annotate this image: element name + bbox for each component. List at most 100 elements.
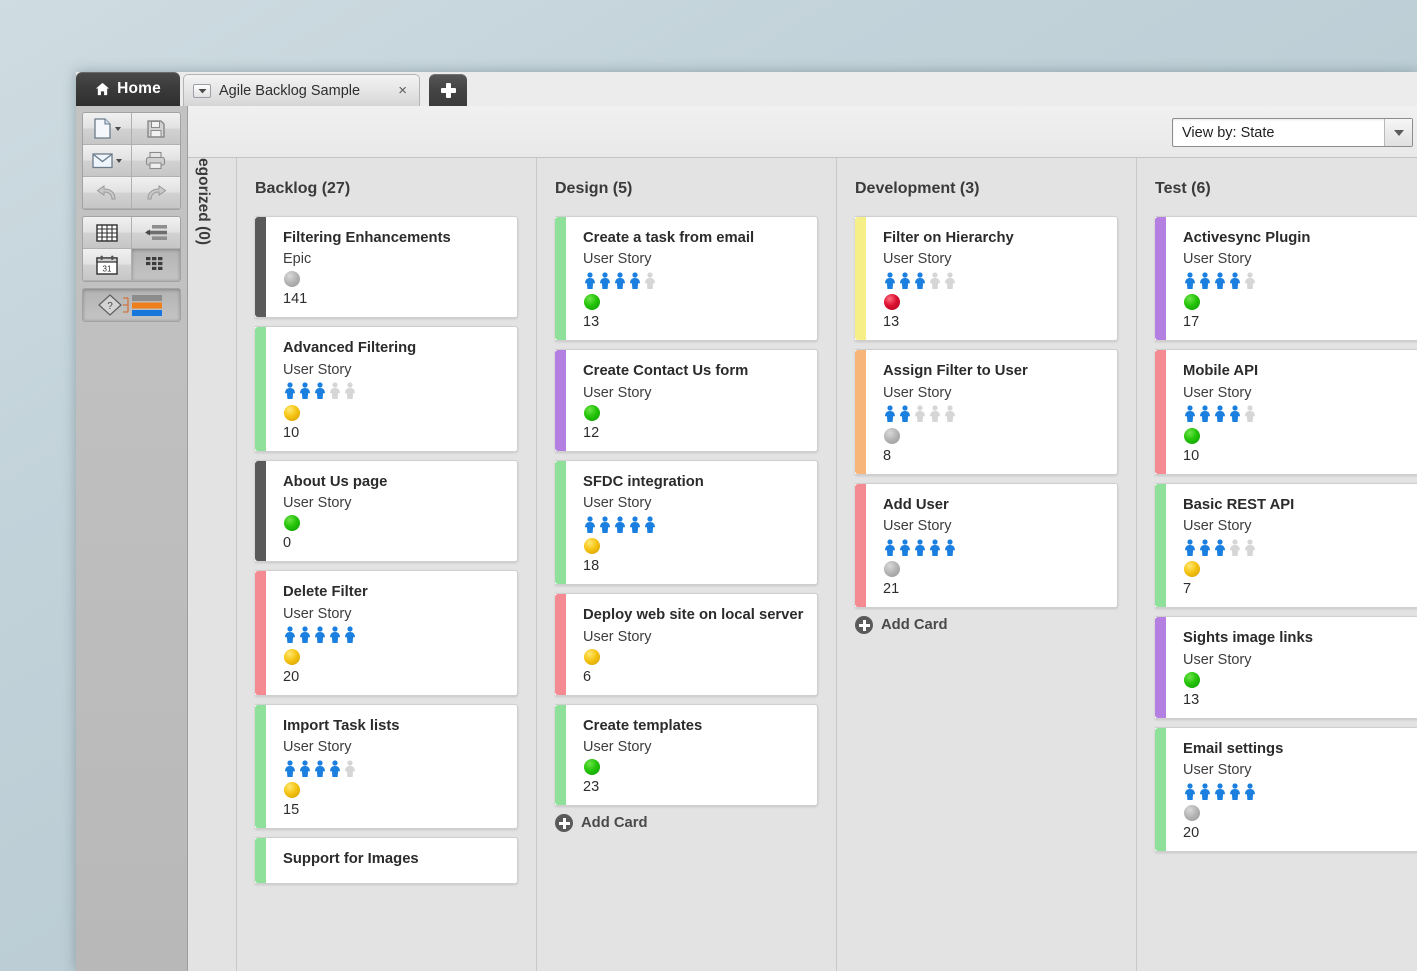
email-button[interactable] xyxy=(83,145,132,177)
board-card[interactable]: Mobile APIUser Story10 xyxy=(1155,349,1417,474)
person-rating-icon xyxy=(913,405,927,422)
board-card[interactable]: Deploy web site on local serverUser Stor… xyxy=(555,593,818,695)
chevron-down-icon[interactable] xyxy=(1384,119,1412,146)
board-card[interactable]: Create Contact Us formUser Story12 xyxy=(555,349,818,451)
card-rating[interactable] xyxy=(1183,404,1406,424)
card-type: User Story xyxy=(583,495,805,511)
card-color-stripe xyxy=(255,838,266,882)
card-color-stripe xyxy=(255,217,266,317)
card-title: Advanced Filtering xyxy=(283,339,505,357)
person-rating-icon xyxy=(1228,272,1242,289)
person-rating-icon xyxy=(1198,272,1212,289)
card-title: Create Contact Us form xyxy=(583,362,805,380)
card-status-indicator xyxy=(584,649,600,665)
card-title: SFDC integration xyxy=(583,473,805,491)
chevron-down-icon xyxy=(116,159,122,163)
person-rating-icon xyxy=(1228,539,1242,556)
add-card-button[interactable]: Add Card xyxy=(555,814,836,832)
card-status-indicator xyxy=(284,405,300,421)
card-status-indicator xyxy=(584,759,600,775)
card-type: User Story xyxy=(1183,762,1406,778)
person-rating-icon xyxy=(943,539,957,556)
save-button[interactable] xyxy=(132,113,181,145)
view-by-select[interactable]: View by: State xyxy=(1172,118,1413,147)
close-icon[interactable]: × xyxy=(395,83,410,98)
tab-agile-backlog-sample[interactable]: Agile Backlog Sample × xyxy=(183,74,420,106)
card-rating[interactable] xyxy=(883,404,1105,424)
person-rating-icon xyxy=(898,405,912,422)
tab-menu-icon[interactable] xyxy=(193,84,211,98)
card-rating[interactable] xyxy=(283,758,505,778)
card-status-indicator xyxy=(1184,805,1200,821)
board-card[interactable]: Sights image linksUser Story13 xyxy=(1155,616,1417,718)
card-rating[interactable] xyxy=(1183,537,1406,557)
card-title: Create a task from email xyxy=(583,229,805,247)
list-view-button[interactable] xyxy=(132,217,181,249)
board-card[interactable]: Filtering EnhancementsEpic141 xyxy=(255,216,518,318)
board-card[interactable]: Basic REST APIUser Story7 xyxy=(1155,483,1417,608)
tab-home[interactable]: Home xyxy=(76,72,180,106)
person-rating-icon xyxy=(343,626,357,643)
board-card[interactable]: Create a task from emailUser Story13 xyxy=(555,216,818,341)
card-number: 12 xyxy=(583,425,805,441)
calendar-view-button[interactable]: 31 xyxy=(83,249,132,281)
card-type: User Story xyxy=(1183,518,1406,534)
card-rating[interactable] xyxy=(1183,270,1406,290)
board-card[interactable]: Support for Images xyxy=(255,837,518,883)
person-rating-icon xyxy=(1183,405,1197,422)
card-rating[interactable] xyxy=(1183,781,1406,801)
board-card[interactable]: Assign Filter to UserUser Story8 xyxy=(855,349,1118,474)
card-number: 7 xyxy=(1183,581,1406,597)
card-rating[interactable] xyxy=(583,514,805,534)
card-color-stripe xyxy=(555,594,566,694)
column-title: Backlog (27) xyxy=(237,158,536,216)
card-rating[interactable] xyxy=(883,537,1105,557)
card-number: 10 xyxy=(283,425,505,441)
card-title: Filter on Hierarchy xyxy=(883,229,1105,247)
board-card[interactable]: Advanced FilteringUser Story10 xyxy=(255,326,518,451)
card-status-indicator xyxy=(284,782,300,798)
board-card[interactable]: Import Task listsUser Story15 xyxy=(255,704,518,829)
card-status-indicator xyxy=(1184,672,1200,688)
card-color-stripe xyxy=(255,461,266,561)
workflow-button[interactable]: ? xyxy=(83,289,180,321)
board-card[interactable]: About Us pageUser Story0 xyxy=(255,460,518,562)
board-card[interactable]: SFDC integrationUser Story18 xyxy=(555,460,818,585)
grid-view-button[interactable] xyxy=(83,217,132,249)
new-document-button[interactable] xyxy=(83,113,132,145)
plus-icon xyxy=(441,83,456,98)
redo-button[interactable] xyxy=(132,177,181,209)
board-card[interactable]: Email settingsUser Story20 xyxy=(1155,727,1417,852)
new-document-icon xyxy=(93,118,112,139)
add-card-button[interactable]: Add Card xyxy=(855,616,1136,634)
board-card[interactable]: Add UserUser Story21 xyxy=(855,483,1118,608)
card-status-indicator xyxy=(584,405,600,421)
person-rating-icon xyxy=(1243,272,1257,289)
person-rating-icon xyxy=(1213,539,1227,556)
card-number: 21 xyxy=(883,581,1105,597)
person-rating-icon xyxy=(1198,405,1212,422)
application-window: Home Agile Backlog Sample × xyxy=(76,72,1417,971)
add-tab-button[interactable] xyxy=(429,74,467,106)
person-rating-icon xyxy=(883,405,897,422)
board-card[interactable]: Activesync PluginUser Story17 xyxy=(1155,216,1417,341)
print-button[interactable] xyxy=(132,145,181,177)
board-view-button[interactable] xyxy=(132,249,181,281)
card-status-indicator xyxy=(284,649,300,665)
person-rating-icon xyxy=(1243,405,1257,422)
board-card[interactable]: Delete FilterUser Story20 xyxy=(255,570,518,695)
board-card[interactable]: Filter on HierarchyUser Story13 xyxy=(855,216,1118,341)
card-rating[interactable] xyxy=(283,381,505,401)
person-rating-icon xyxy=(643,272,657,289)
card-rating[interactable] xyxy=(883,270,1105,290)
card-rating[interactable] xyxy=(583,270,805,290)
card-title: Sights image links xyxy=(1183,629,1406,647)
undo-button[interactable] xyxy=(83,177,132,209)
card-status-indicator xyxy=(884,561,900,577)
card-number: 13 xyxy=(883,314,1105,330)
card-color-stripe xyxy=(1155,728,1166,851)
board-column: Development (3)Filter on HierarchyUser S… xyxy=(837,158,1137,971)
board-card[interactable]: Create templatesUser Story23 xyxy=(555,704,818,806)
person-rating-icon xyxy=(328,760,342,777)
card-rating[interactable] xyxy=(283,625,505,645)
